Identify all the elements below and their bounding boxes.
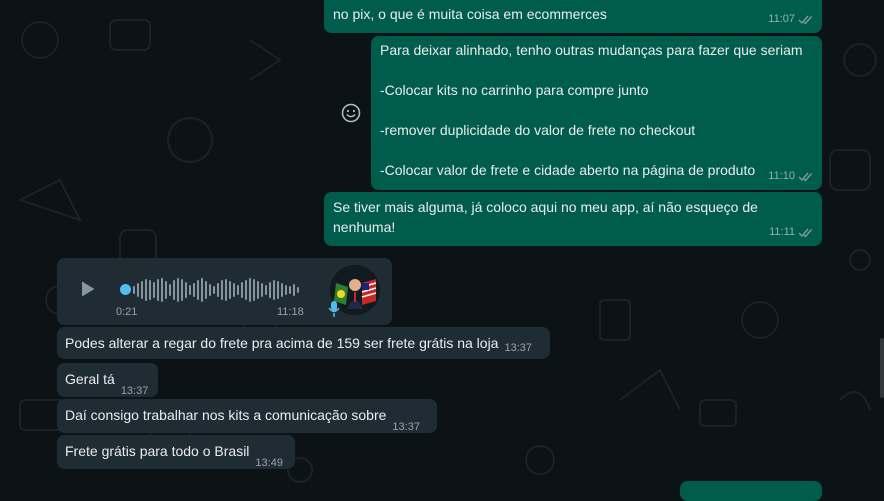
waveform-bar (277, 281, 279, 299)
incoming-message[interactable]: Frete grátis para todo o Brasil 13:49 (57, 435, 295, 469)
voice-message-time: 11:18 (277, 306, 304, 318)
message-time: 11:11 (769, 226, 795, 238)
waveform-bar (253, 279, 255, 301)
outgoing-message[interactable]: no pix, o que é muita coisa em ecommerce… (324, 0, 822, 33)
waveform-bar (201, 278, 203, 302)
waveform-bar (193, 283, 195, 297)
message-time: 11:07 (768, 13, 795, 25)
waveform-bar (269, 282, 271, 298)
waveform-bar (141, 281, 143, 299)
audio-waveform[interactable] (133, 275, 303, 305)
waveform-bar (157, 279, 159, 301)
voice-current-position: 0:21 (116, 306, 138, 318)
message-text: Daí consigo trabalhar nos kits a comunic… (65, 407, 387, 423)
outgoing-message-partial[interactable] (680, 481, 822, 501)
message-meta: 11:07 (768, 9, 814, 29)
waveform-bar (229, 281, 231, 299)
message-text: Podes alterar a regar do frete pra acima… (65, 335, 499, 351)
outgoing-message[interactable]: Para deixar alinhado, tenho outras mudan… (371, 36, 822, 190)
message-time: 11:10 (768, 170, 795, 182)
waveform-bar (149, 280, 151, 300)
waveform-bar (281, 283, 283, 297)
waveform-bar (237, 285, 239, 295)
message-time: 13:49 (255, 457, 283, 469)
playback-position-dot[interactable] (120, 284, 131, 295)
message-time: 13:37 (392, 421, 420, 433)
waveform-bar (225, 279, 227, 301)
message-time: 13:37 (504, 342, 532, 354)
double-check-icon (798, 172, 813, 182)
scrollbar[interactable] (880, 338, 884, 398)
play-icon[interactable] (79, 280, 97, 298)
waveform-bar (197, 280, 199, 300)
microphone-icon (328, 301, 340, 317)
message-meta: 11:10 (768, 166, 814, 186)
waveform-bar (297, 287, 299, 293)
double-check-icon (798, 15, 813, 25)
waveform-bar (153, 282, 155, 298)
waveform-bar (217, 283, 219, 297)
waveform-bar (205, 281, 207, 299)
waveform-bar (181, 279, 183, 301)
message-text: no pix, o que é muita coisa em ecommerce… (333, 6, 607, 22)
waveform-bar (185, 282, 187, 298)
waveform-bar (161, 278, 163, 302)
message-time: 13:37 (120, 385, 149, 397)
double-check-icon (798, 228, 813, 238)
waveform-bar (137, 283, 139, 297)
emoji-reaction-icon[interactable] (340, 102, 362, 124)
incoming-message[interactable]: Podes alterar a regar do frete pra acima… (57, 327, 550, 359)
waveform-bar (293, 284, 295, 296)
incoming-message[interactable]: Geral tá 13:37 (57, 363, 158, 397)
waveform-bar (285, 285, 287, 295)
waveform-bar (261, 283, 263, 297)
waveform-bar (257, 281, 259, 299)
waveform-bar (233, 283, 235, 297)
waveform-bar (209, 284, 211, 296)
incoming-message[interactable]: Daí consigo trabalhar nos kits a comunic… (57, 399, 437, 433)
waveform-bar (133, 286, 135, 294)
waveform-bar (145, 279, 147, 301)
waveform-bar (189, 285, 191, 295)
waveform-bar (177, 278, 179, 302)
waveform-bar (265, 285, 267, 295)
message-text: Se tiver mais alguma, já coloco aqui no … (333, 199, 758, 235)
waveform-bar (213, 286, 215, 294)
waveform-bar (169, 284, 171, 296)
waveform-bar (221, 280, 223, 300)
message-meta: 11:11 (769, 222, 814, 242)
waveform-bar (289, 286, 291, 294)
waveform-bar (273, 280, 275, 300)
waveform-bar (173, 280, 175, 300)
outgoing-message[interactable]: Se tiver mais alguma, já coloco aqui no … (324, 192, 822, 246)
waveform-bar (241, 282, 243, 298)
waveform-bar (165, 281, 167, 299)
waveform-bar (249, 278, 251, 302)
waveform-bar (245, 280, 247, 300)
message-text: Geral tá (65, 371, 115, 387)
message-text: Para deixar alinhado, tenho outras mudan… (380, 42, 803, 178)
message-text: Frete grátis para todo o Brasil (65, 443, 250, 459)
